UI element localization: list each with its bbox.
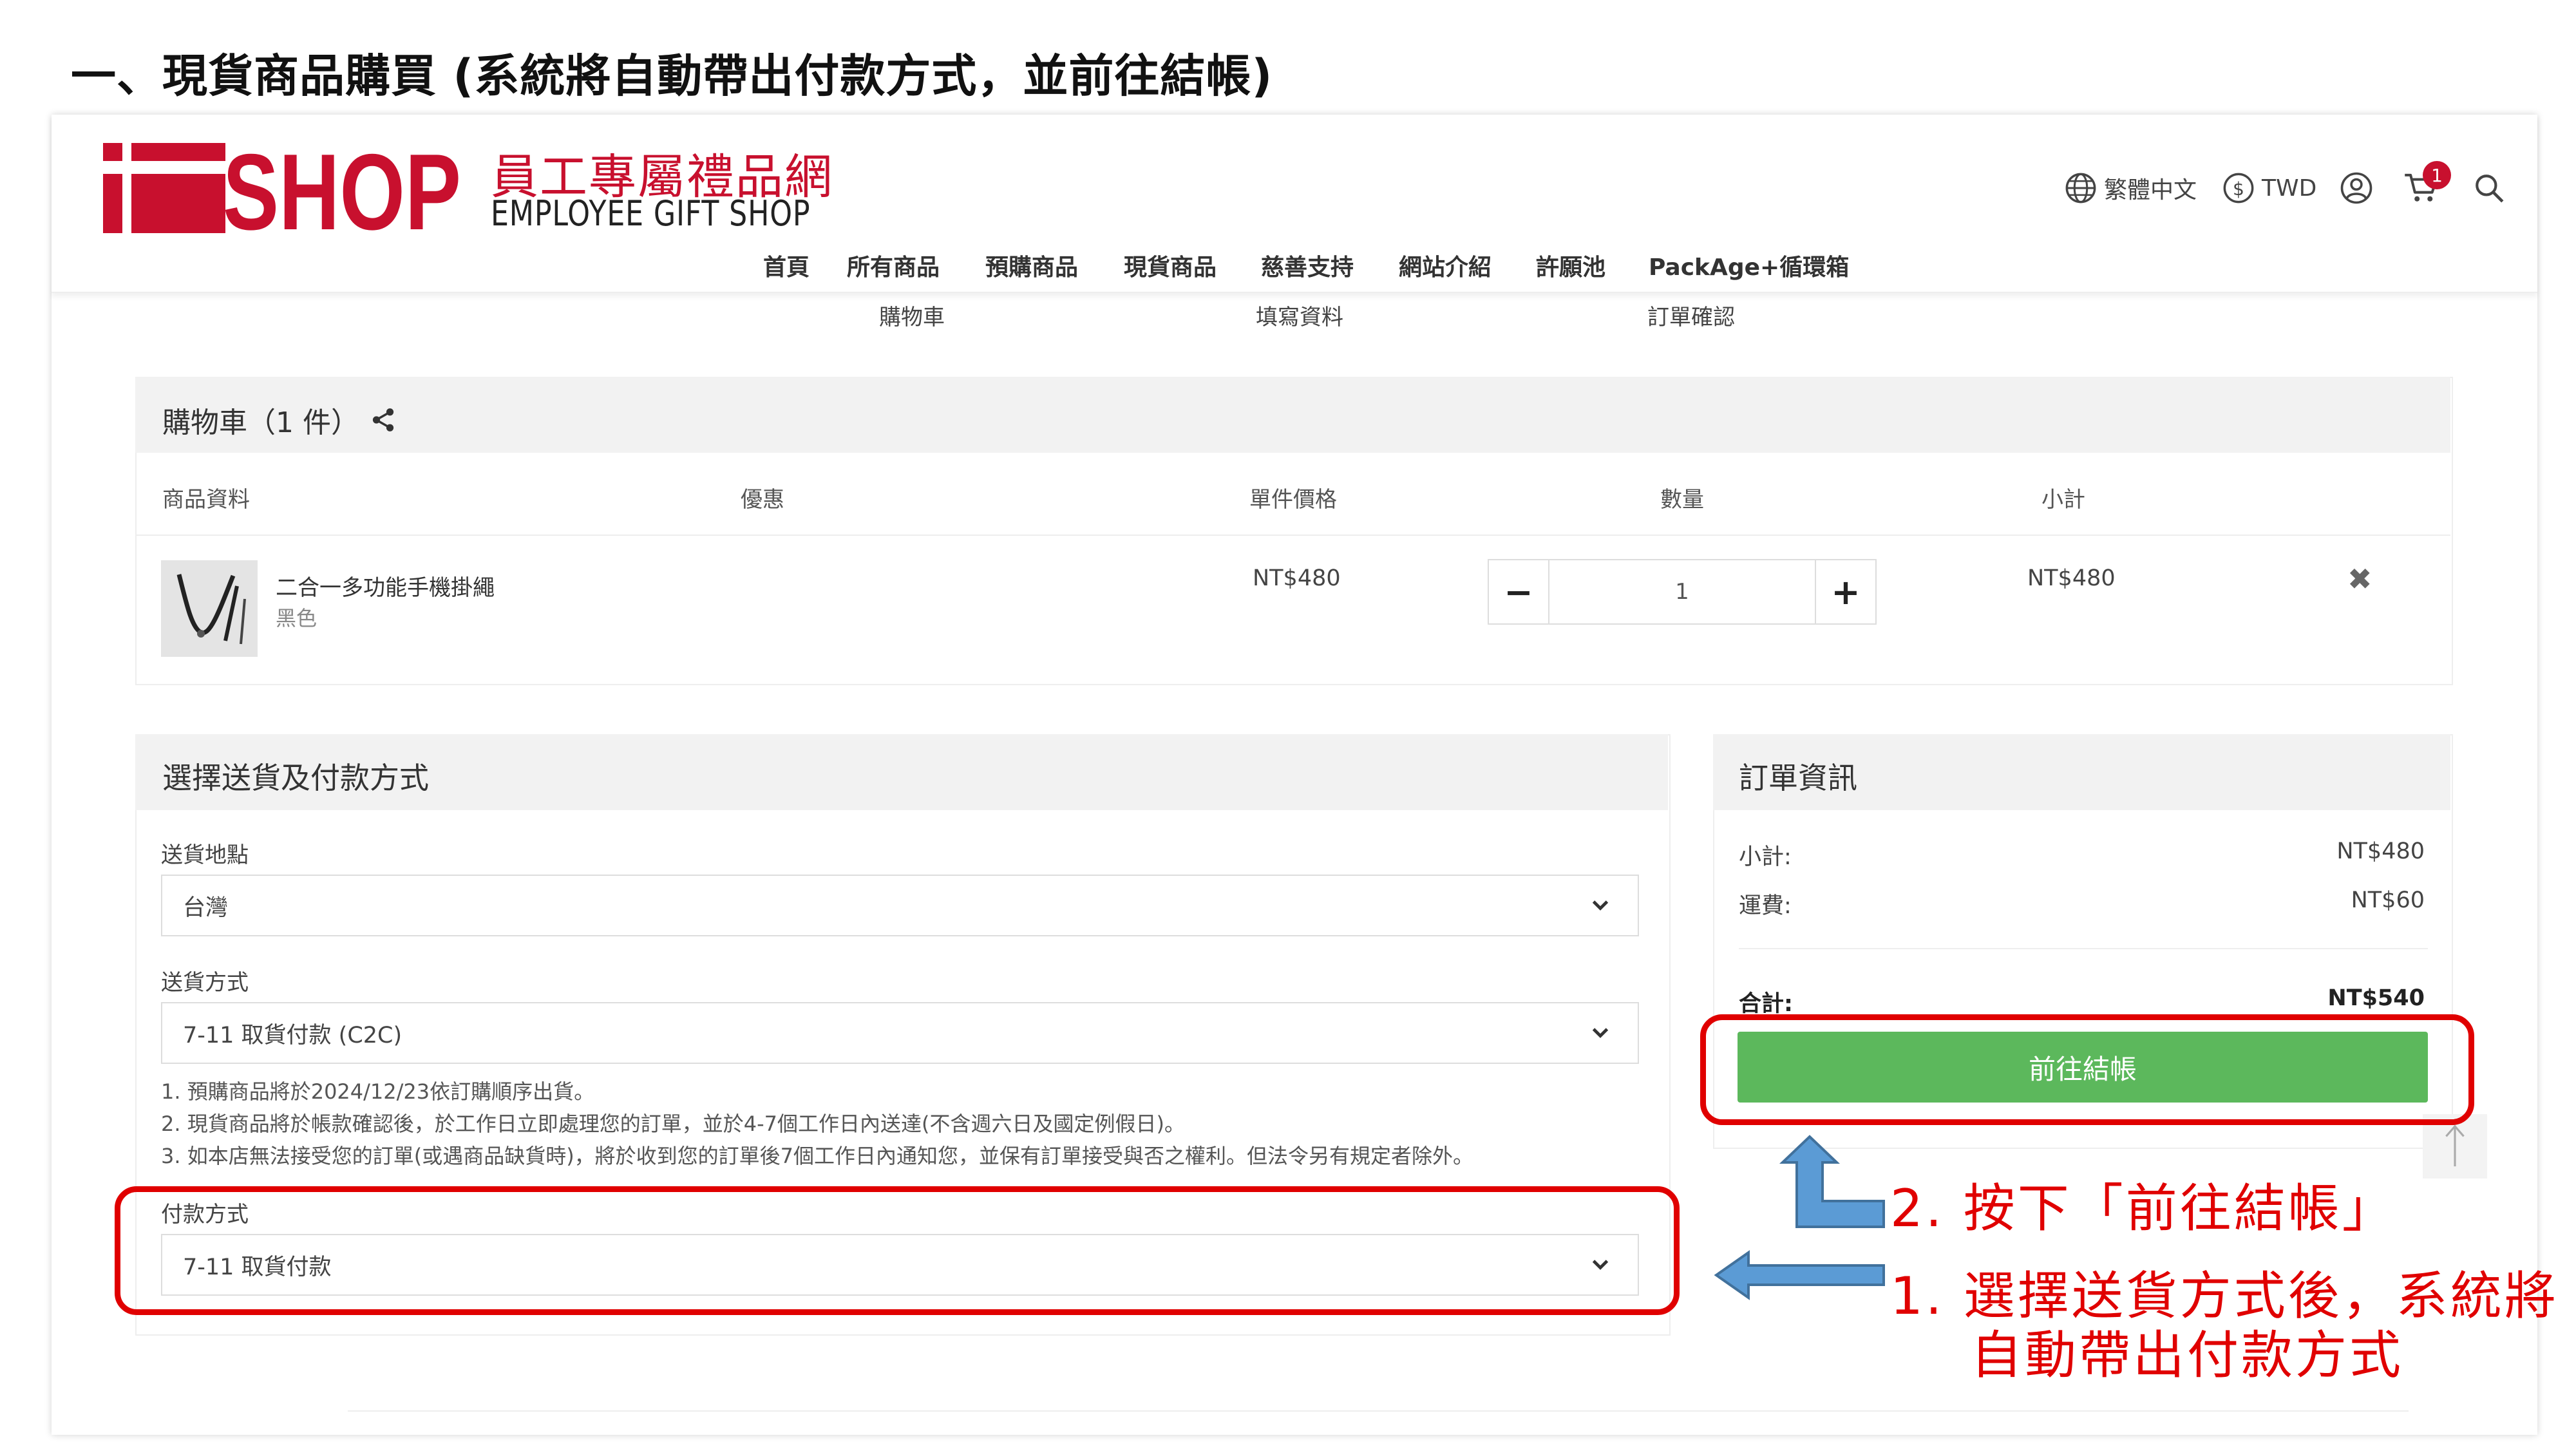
arrow-up-icon [2445, 1124, 2465, 1167]
search-button[interactable] [2473, 169, 2512, 207]
shipping-note-1: 1. 預購商品將於2024/12/23依訂購順序出貨。 [161, 1079, 595, 1104]
cart-count-badge: 1 [2423, 161, 2451, 189]
delivery-method-label: 送貨方式 [161, 970, 249, 996]
annotation-step-2: 2. 按下「前往結帳」 [1890, 1179, 2396, 1238]
delivery-location-label: 送貨地點 [161, 842, 249, 868]
annotation-arrow-up-icon [1779, 1135, 1885, 1228]
nav-package-recycle[interactable]: PackAge+循環箱 [1649, 249, 1849, 282]
order-info-title: 訂單資訊 [1739, 761, 1857, 795]
svg-text:$: $ [2233, 178, 2244, 200]
account-button[interactable] [2339, 169, 2380, 207]
step-cart: 購物車 [879, 305, 945, 330]
item-subtotal: NT$480 [2027, 565, 2116, 591]
nav-wishlist[interactable]: 許願池 [1536, 249, 1605, 282]
column-discount: 優惠 [741, 487, 784, 513]
step-confirm: 訂單確認 [1647, 305, 1735, 330]
chevron-down-icon [1592, 900, 1609, 911]
currency-label: TWD [2262, 175, 2317, 202]
document-heading: 一、現貨商品購買 (系統將自動帶出付款方式，並前往結帳) [71, 50, 1273, 102]
cart-divider [135, 535, 2450, 536]
order-subtotal-value: NT$480 [2336, 838, 2425, 864]
svg-text:SHOP: SHOP [223, 143, 461, 233]
delivery-location-value: 台灣 [183, 895, 229, 921]
quantity-decrease-button[interactable]: − [1489, 560, 1549, 623]
annotation-arrow-left-icon [1714, 1250, 1885, 1300]
order-shipping-label: 運費: [1739, 893, 1792, 919]
quantity-stepper: − 1 + [1488, 559, 1877, 625]
globe-icon [2065, 173, 2096, 204]
order-shipping-value: NT$60 [2351, 887, 2425, 913]
column-unit-price: 單件價格 [1249, 487, 1337, 513]
nav-about[interactable]: 網站介紹 [1399, 249, 1492, 282]
search-icon [2476, 175, 2504, 203]
delivery-method-value: 7-11 取貨付款 (C2C) [183, 1022, 402, 1048]
language-selector[interactable]: 繁體中文 [2064, 169, 2197, 207]
remove-item-icon[interactable]: ✖ [2347, 562, 2372, 596]
user-icon [2340, 172, 2372, 204]
share-icon[interactable] [370, 406, 397, 433]
payment-highlight-box [115, 1186, 1680, 1315]
column-subtotal: 小計 [2041, 487, 2085, 513]
nav-home[interactable]: 首頁 [763, 249, 810, 282]
cart-title: 購物車（1 件） [162, 399, 397, 440]
chevron-down-icon [1592, 1028, 1609, 1038]
quantity-input[interactable]: 1 [1549, 560, 1815, 623]
shipping-payment-title: 選擇送貨及付款方式 [162, 761, 429, 795]
footer-divider [348, 1410, 2409, 1412]
shipping-note-3: 3. 如本店無法接受您的訂單(或遇商品缺貨時)，將於收到您的訂單後7個工作日內通… [161, 1144, 1474, 1168]
unit-price: NT$480 [1253, 565, 1341, 591]
checkout-highlight-box [1700, 1014, 2474, 1125]
product-variant: 黑色 [276, 606, 317, 630]
ishop-logo[interactable]: SHOP [103, 143, 464, 233]
cart-header [135, 377, 2450, 453]
column-product-info: 商品資料 [162, 487, 250, 513]
cart-title-text: 購物車（1 件） [162, 406, 359, 439]
currency-selector[interactable]: $ TWD [2222, 169, 2316, 207]
delivery-location-select[interactable]: 台灣 [161, 875, 1639, 936]
product-name[interactable]: 二合一多功能手機掛繩 [276, 570, 495, 601]
annotation-step-1-line-2: 自動帶出付款方式 [1971, 1325, 2403, 1385]
dollar-circle-icon: $ [2223, 173, 2254, 204]
order-divider [1739, 948, 2428, 949]
nav-all-products[interactable]: 所有商品 [847, 249, 940, 282]
order-subtotal-label: 小計: [1739, 844, 1792, 870]
quantity-increase-button[interactable]: + [1815, 560, 1875, 623]
order-total-label: 合計: [1739, 991, 1793, 1017]
logo-english-title: EMPLOYEE GIFT SHOP [491, 193, 811, 234]
order-total-value: NT$540 [2327, 985, 2425, 1011]
nav-preorder[interactable]: 預購商品 [985, 249, 1078, 282]
shipping-note-2: 2. 現貨商品將於帳款確認後，於工作日立即處理您的訂單，並於4-7個工作日內送達… [161, 1112, 1185, 1136]
column-quantity: 數量 [1660, 487, 1704, 513]
language-label: 繁體中文 [2104, 177, 2197, 204]
nav-charity[interactable]: 慈善支持 [1261, 249, 1354, 282]
product-thumbnail[interactable] [161, 560, 258, 657]
nav-in-stock[interactable]: 現貨商品 [1124, 249, 1217, 282]
delivery-method-select[interactable]: 7-11 取貨付款 (C2C) [161, 1002, 1639, 1064]
step-fill-info: 填寫資料 [1256, 305, 1343, 330]
